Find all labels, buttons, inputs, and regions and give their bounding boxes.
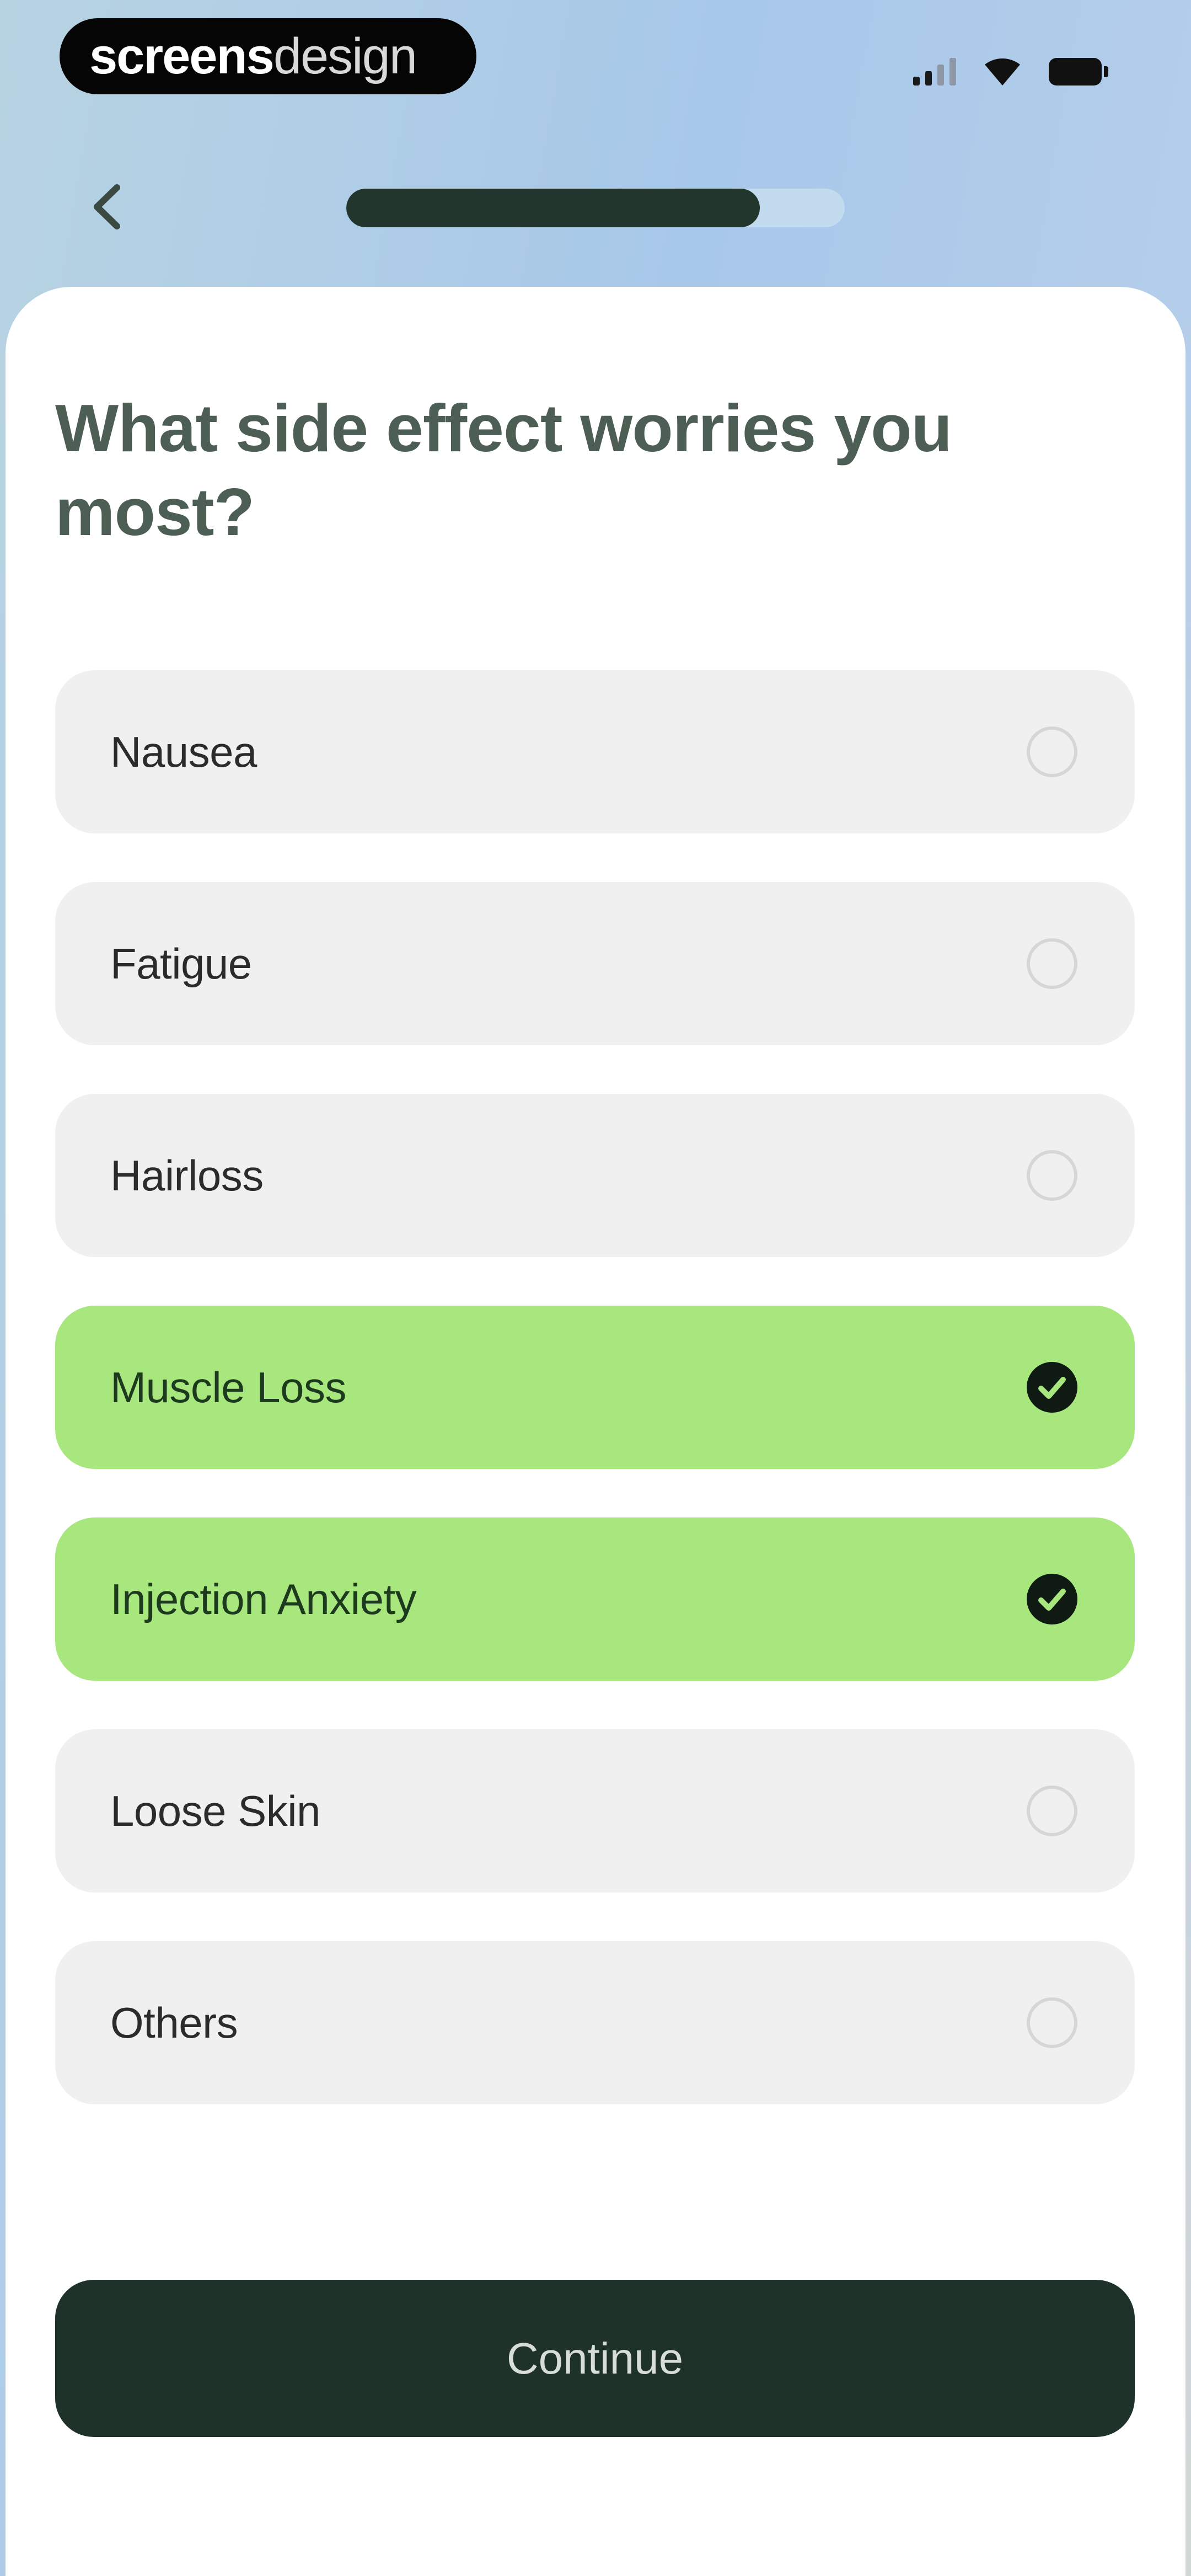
- radio-icon: [1027, 726, 1077, 777]
- option-nausea[interactable]: Nausea: [55, 670, 1135, 833]
- continue-button[interactable]: Continue: [55, 2280, 1135, 2437]
- check-circle-icon: [1027, 1362, 1077, 1413]
- option-others[interactable]: Others: [55, 1941, 1135, 2104]
- check-circle-icon: [1027, 1574, 1077, 1624]
- option-injection-anxiety[interactable]: Injection Anxiety: [55, 1517, 1135, 1681]
- status-icons: [913, 52, 1108, 85]
- radio-icon: [1027, 938, 1077, 989]
- battery-icon: [1049, 58, 1108, 85]
- chevron-left-icon: [94, 184, 120, 229]
- back-button[interactable]: [77, 177, 138, 237]
- option-label: Fatigue: [110, 939, 252, 988]
- option-loose-skin[interactable]: Loose Skin: [55, 1729, 1135, 1893]
- radio-icon: [1027, 1786, 1077, 1836]
- progress-bar-fill: [346, 189, 760, 227]
- option-label: Hairloss: [110, 1151, 264, 1200]
- brand-logo-bold: screens: [89, 28, 275, 84]
- options-list: Nausea Fatigue Hairloss Muscle Loss Inje…: [55, 670, 1135, 2104]
- option-label: Nausea: [110, 727, 257, 776]
- radio-icon: [1027, 1150, 1077, 1201]
- option-label: Muscle Loss: [110, 1362, 347, 1412]
- question-title: What side effect worries you most?: [55, 391, 952, 549]
- option-label: Injection Anxiety: [110, 1574, 417, 1623]
- progress-bar: [346, 189, 845, 227]
- option-muscle-loss[interactable]: Muscle Loss: [55, 1306, 1135, 1469]
- wifi-icon: [983, 55, 1022, 85]
- option-fatigue[interactable]: Fatigue: [55, 882, 1135, 1045]
- brand-logo: screens design: [60, 18, 476, 94]
- screen: screens design What side effect worries y…: [0, 0, 1191, 2576]
- option-hairloss[interactable]: Hairloss: [55, 1094, 1135, 1257]
- radio-icon: [1027, 1997, 1077, 2048]
- option-label: Loose Skin: [110, 1786, 320, 1835]
- brand-logo-light: design: [273, 28, 417, 84]
- option-label: Others: [110, 1998, 238, 2047]
- cellular-signal-icon: [913, 56, 956, 85]
